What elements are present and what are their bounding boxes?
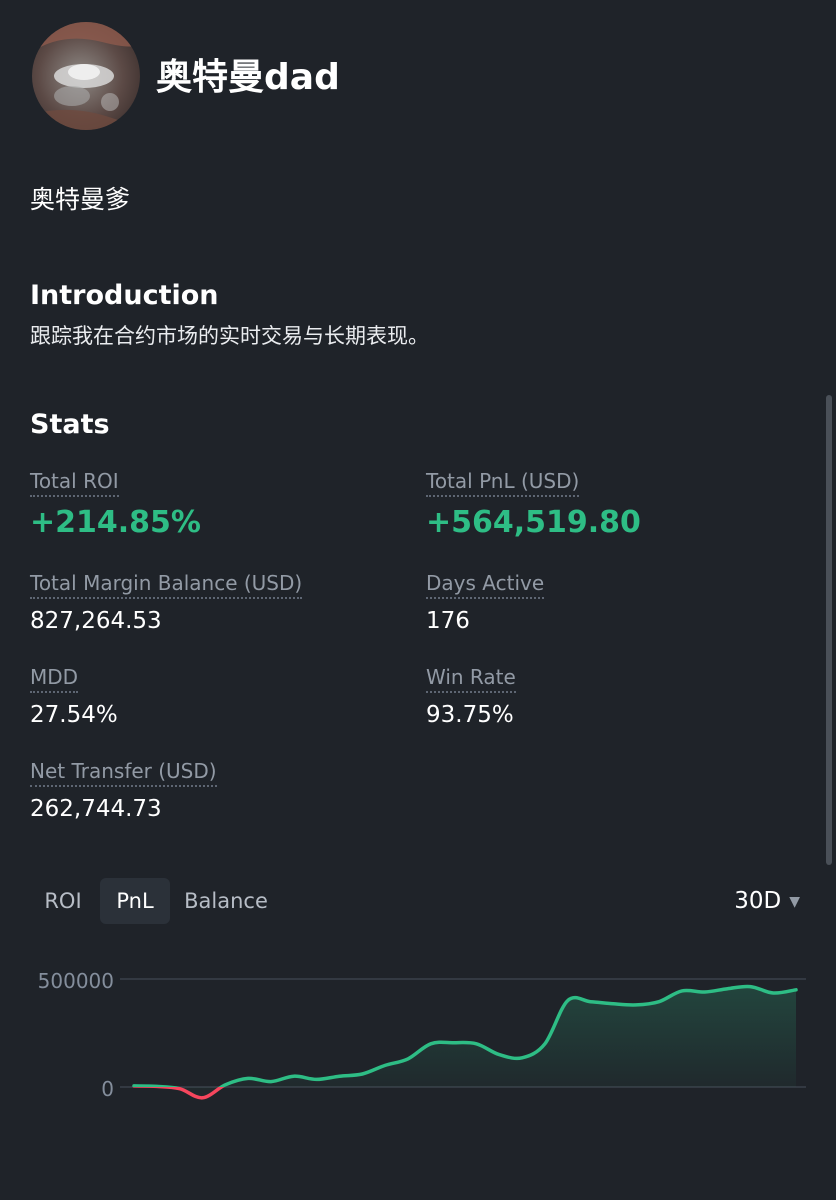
data-point[interactable] [404, 1055, 412, 1063]
avatar-image [32, 22, 140, 130]
introduction-heading: Introduction [30, 280, 219, 311]
scrollbar[interactable] [826, 395, 832, 865]
stat-mdd: MDD 27.54% [30, 663, 410, 731]
data-point[interactable] [769, 989, 777, 997]
stat-value: +214.85% [30, 505, 201, 540]
stat-value: 262,744.73 [30, 796, 162, 822]
stat-total-margin-balance: Total Margin Balance (USD) 827,264.53 [30, 569, 410, 637]
data-point[interactable] [541, 1040, 549, 1048]
tab-balance[interactable]: Balance [176, 878, 276, 924]
data-point[interactable] [632, 1001, 640, 1009]
data-point[interactable] [792, 986, 800, 994]
stat-label[interactable]: Net Transfer (USD) [30, 757, 217, 787]
avatar[interactable] [32, 22, 140, 130]
data-point[interactable] [655, 998, 663, 1006]
data-point[interactable] [564, 997, 572, 1005]
data-point[interactable] [746, 983, 754, 991]
tab-pnl[interactable]: PnL [100, 878, 170, 924]
data-point[interactable] [176, 1085, 184, 1093]
profile-name: 奥特曼dad [156, 57, 340, 98]
stat-win-rate: Win Rate 93.75% [426, 663, 806, 731]
data-point[interactable] [724, 985, 732, 993]
range-dropdown[interactable]: 30D ▼ [734, 880, 800, 922]
range-value: 30D [734, 888, 782, 914]
chevron-down-icon: ▼ [789, 893, 800, 910]
data-point[interactable] [472, 1040, 480, 1048]
stat-label[interactable]: Total Margin Balance (USD) [30, 569, 303, 599]
data-point[interactable] [587, 998, 595, 1006]
data-point[interactable] [358, 1070, 366, 1078]
data-point[interactable] [518, 1054, 526, 1062]
data-point[interactable] [495, 1051, 503, 1059]
pnl-chart: 500000 0 [0, 950, 836, 1130]
profile-nickname: 奥特曼爹 [30, 185, 131, 214]
stat-total-roi: Total ROI +214.85% [30, 467, 410, 543]
tab-roi[interactable]: ROI [30, 878, 96, 924]
data-point[interactable] [130, 1082, 138, 1090]
stat-label[interactable]: Win Rate [426, 663, 516, 693]
y-tick-label-top: 500000 [38, 969, 114, 993]
data-point[interactable] [450, 1039, 458, 1047]
stat-label[interactable]: Total ROI [30, 467, 119, 497]
data-point[interactable] [381, 1061, 389, 1069]
data-point[interactable] [427, 1040, 435, 1048]
stat-net-transfer: Net Transfer (USD) 262,744.73 [30, 757, 410, 825]
stat-value: 93.75% [426, 702, 514, 728]
stat-value: 827,264.53 [30, 608, 162, 634]
data-point[interactable] [678, 987, 686, 995]
data-point[interactable] [153, 1082, 161, 1090]
data-point[interactable] [267, 1078, 275, 1086]
stat-value: +564,519.80 [426, 505, 641, 540]
stat-days-active: Days Active 176 [426, 569, 806, 637]
stats-heading: Stats [30, 409, 110, 440]
data-point[interactable] [609, 1000, 617, 1008]
data-point[interactable] [290, 1072, 298, 1080]
data-point[interactable] [335, 1072, 343, 1080]
stat-value: 27.54% [30, 702, 118, 728]
stat-label[interactable]: MDD [30, 663, 79, 693]
data-point[interactable] [244, 1074, 252, 1082]
introduction-text: 跟踪我在合约市场的实时交易与长期表现。 [30, 324, 429, 348]
stat-total-pnl: Total PnL (USD) +564,519.80 [426, 467, 806, 543]
stat-label[interactable]: Total PnL (USD) [426, 467, 580, 497]
stat-value: 176 [426, 608, 470, 634]
y-tick-label-zero: 0 [101, 1077, 114, 1101]
data-point[interactable] [313, 1075, 321, 1083]
stat-label[interactable]: Days Active [426, 569, 545, 599]
data-point[interactable] [199, 1094, 207, 1102]
data-point[interactable] [221, 1081, 229, 1089]
data-point[interactable] [701, 988, 709, 996]
pnl-chart-svg: 500000 0 [38, 969, 806, 1102]
